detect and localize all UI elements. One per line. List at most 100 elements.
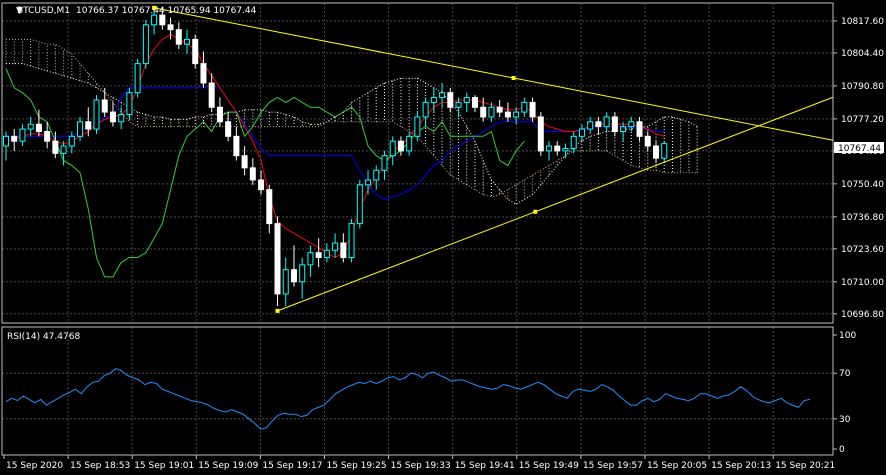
- candle-body: [109, 111, 116, 123]
- candle-body: [258, 179, 265, 191]
- candle-body: [546, 145, 553, 152]
- candle-body: [68, 135, 75, 147]
- candle-body: [299, 264, 306, 283]
- candle-body: [430, 97, 437, 103]
- time-tick-label: 15 Sep 19:41: [455, 461, 515, 471]
- candle-body: [365, 179, 372, 186]
- candle-body: [397, 140, 404, 152]
- candle-body: [562, 147, 569, 152]
- symbol-timeframe: BTCUSD,M1: [17, 6, 70, 16]
- rsi-tick-label: 100: [839, 331, 856, 341]
- candle-body: [266, 189, 273, 225]
- time-tick-label: 15 Sep 19:57: [583, 461, 643, 471]
- candle-body: [274, 223, 281, 295]
- candle-body: [414, 116, 421, 137]
- candle-body: [373, 169, 380, 181]
- candle-body: [529, 101, 536, 118]
- candle-body: [447, 92, 454, 108]
- time-tick-label: 15 Sep 19:17: [262, 461, 322, 471]
- candle: [142, 19, 149, 69]
- candle-body: [504, 111, 511, 118]
- candle: [414, 112, 421, 142]
- candle-body: [644, 135, 651, 147]
- candle-body: [587, 121, 594, 130]
- candle-body: [439, 92, 446, 99]
- time-tick-label: 15 Sep 19:01: [134, 461, 194, 471]
- time-tick-label: 15 Sep 19:09: [198, 461, 258, 471]
- time-tick-label: 15 Sep 19:25: [327, 461, 387, 471]
- candle-body: [167, 24, 174, 31]
- trendline-anchor: [275, 308, 280, 313]
- ohlc-readout: 10766.37 10767.44 10765.94 10767.44: [76, 6, 257, 16]
- candle-body: [77, 121, 84, 137]
- candle-body: [480, 106, 487, 118]
- candle-body: [315, 252, 322, 259]
- price-tick-label: 10723.60: [841, 245, 884, 255]
- chart-canvas[interactable]: 10817.6010804.4010790.8010777.2010764.00…: [0, 0, 886, 475]
- candle-body: [628, 121, 635, 128]
- price-tick-label: 10817.60: [841, 17, 884, 27]
- candle-body: [488, 106, 495, 118]
- candle: [134, 58, 141, 98]
- candle-body: [60, 145, 67, 154]
- candle-body: [463, 97, 470, 103]
- candle-body: [513, 111, 520, 118]
- trendline-anchor: [511, 75, 516, 80]
- candle: [274, 216, 281, 307]
- price-tick-label: 10777.20: [841, 115, 884, 125]
- candle-body: [184, 38, 191, 45]
- candle-body: [3, 135, 9, 147]
- candle-body: [225, 121, 232, 137]
- candle-body: [175, 29, 182, 45]
- candle-body: [216, 106, 223, 123]
- rsi-tick-label: 30: [839, 415, 851, 425]
- candle-body: [126, 92, 133, 116]
- candle: [93, 95, 100, 134]
- time-tick-label: 15 Sep 18:53: [70, 461, 130, 471]
- candle-body: [521, 101, 528, 113]
- candle: [348, 218, 355, 263]
- time-tick-label: 15 Sep 20:13: [711, 461, 771, 471]
- price-tick-label: 10696.80: [841, 310, 884, 320]
- price-tick-label: 10736.80: [841, 213, 884, 223]
- candle-body: [159, 14, 166, 26]
- candle-body: [332, 242, 339, 251]
- candle-body: [611, 116, 618, 132]
- candle-body: [389, 140, 396, 157]
- candle-body: [307, 252, 314, 266]
- candle-body: [151, 14, 158, 26]
- candle-body: [406, 135, 413, 152]
- candle-body: [282, 269, 289, 295]
- candle-body: [323, 249, 330, 259]
- candle-body: [101, 99, 108, 113]
- rsi-header: RSI(14) 47.4768: [7, 332, 80, 342]
- candle-body: [356, 184, 363, 225]
- chart-background: [0, 0, 886, 475]
- candle-body: [348, 223, 355, 259]
- candle-body: [603, 116, 610, 128]
- candle-body: [208, 82, 215, 108]
- candle: [537, 112, 544, 156]
- candle-body: [52, 140, 59, 154]
- candle-body: [249, 167, 256, 181]
- candle-body: [192, 38, 199, 65]
- candle-body: [200, 63, 207, 84]
- time-tick-label: 15 Sep 19:49: [519, 461, 579, 471]
- candle-body: [134, 63, 141, 94]
- candle-body: [636, 121, 643, 137]
- candle-body: [578, 128, 585, 137]
- price-tick-label: 10804.40: [841, 49, 884, 59]
- candle-body: [620, 126, 627, 132]
- rsi-tick-label: 0: [839, 445, 845, 455]
- candle-body: [290, 269, 297, 283]
- candle-body: [661, 143, 668, 159]
- candle-body: [142, 24, 149, 65]
- candle-body: [19, 128, 26, 142]
- time-tick-label: 15 Sep 19:33: [391, 461, 451, 471]
- candle-body: [118, 114, 125, 123]
- candle: [126, 87, 133, 120]
- candle-body: [233, 135, 240, 157]
- candle: [356, 179, 363, 229]
- candle-body: [455, 101, 462, 108]
- candle-body: [241, 155, 248, 169]
